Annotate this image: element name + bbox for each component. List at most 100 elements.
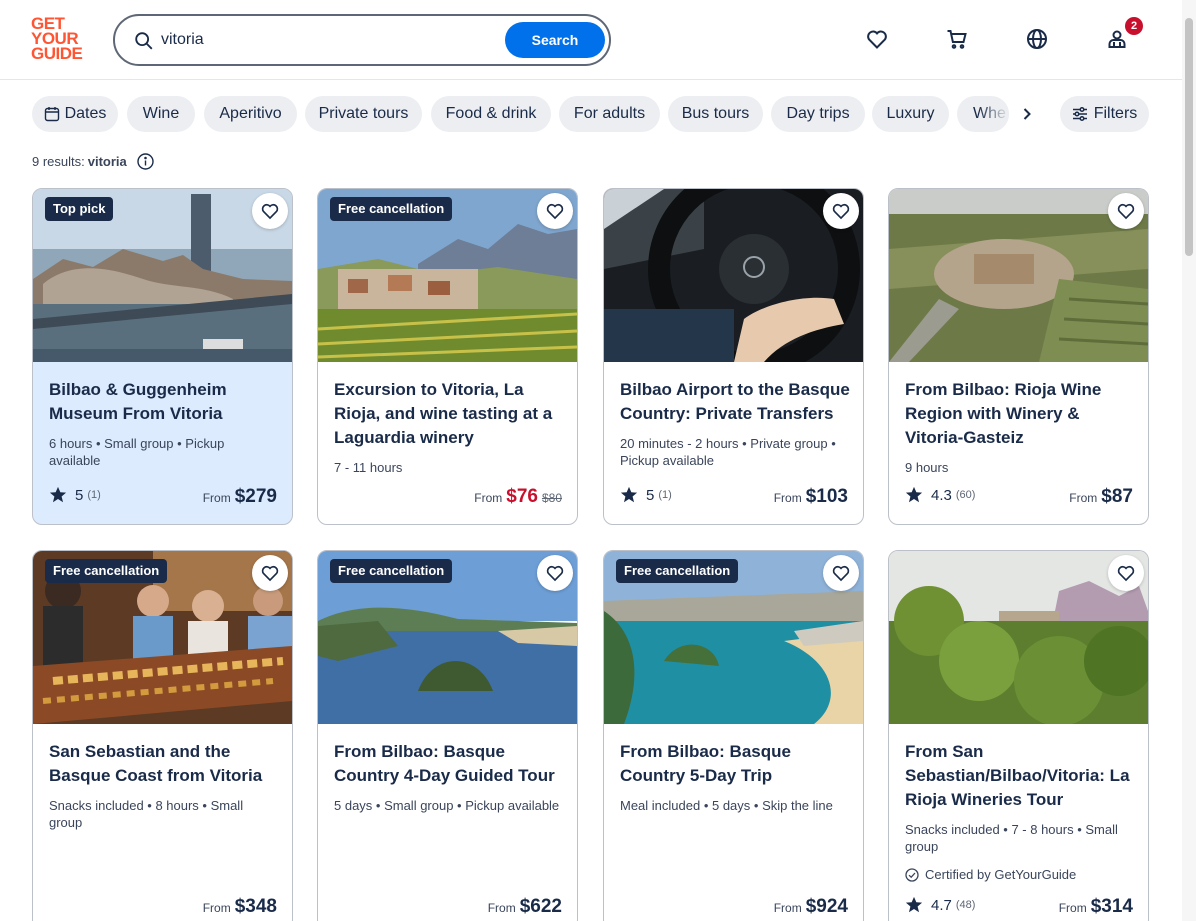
chip-luxury[interactable]: Luxury (872, 96, 949, 132)
wishlist-icon[interactable] (862, 24, 892, 54)
free-cancellation-badge: Free cancellation (330, 559, 453, 583)
top-header: GET YOUR GUIDE Search 2 (0, 0, 1182, 80)
activity-card[interactable]: Free cancellation San Sebastian and the … (32, 550, 293, 921)
globe-icon[interactable] (1022, 24, 1052, 54)
activity-card[interactable]: Bilbao Airport to the Basque Country: Pr… (603, 188, 864, 525)
activity-meta: Snacks included • 8 hours • Small group (49, 798, 244, 830)
activity-card[interactable]: From San Sebastian/Bilbao/Vitoria: La Ri… (888, 550, 1149, 921)
wishlist-button[interactable] (537, 555, 573, 591)
activity-title[interactable]: From Bilbao: Basque Country 4-Day Guided… (334, 740, 564, 788)
page-scrollbar[interactable] (1182, 0, 1196, 921)
activity-meta: 7 - 11 hours (334, 460, 403, 475)
chip-label: For adults (573, 105, 646, 122)
heart-icon (546, 203, 564, 220)
wishlist-button[interactable] (252, 193, 288, 229)
wishlist-button[interactable] (537, 193, 573, 229)
rating-value: 5 (75, 486, 84, 504)
certified-badge: Certified by GetYourGuide (905, 867, 1076, 882)
review-count: (1) (658, 489, 672, 501)
activity-title[interactable]: Bilbao Airport to the Basque Country: Pr… (620, 378, 850, 426)
activity-title[interactable]: From San Sebastian/Bilbao/Vitoria: La Ri… (905, 740, 1135, 812)
activity-card[interactable]: From Bilbao: Rioja Wine Region with Wine… (888, 188, 1149, 525)
price: From $314 (1059, 896, 1133, 918)
chip-food-drink[interactable]: Food & drink (431, 96, 551, 132)
search-input[interactable] (161, 26, 501, 54)
activity-card[interactable]: Free cancellation From Bilbao: Basque Co… (603, 550, 864, 921)
activity-title[interactable]: San Sebastian and the Basque Coast from … (49, 740, 279, 788)
logo-line-3: GUIDE (31, 44, 83, 63)
original-price: $80 (541, 491, 562, 505)
results-query: vitoria (87, 154, 127, 169)
heart-icon (261, 203, 279, 220)
getyourguide-logo[interactable]: GET YOUR GUIDE (31, 15, 91, 64)
search-button[interactable]: Search (505, 22, 605, 58)
chip-label: Wine (142, 105, 180, 122)
activity-card[interactable]: Free cancellation Excursion to Vitoria, … (317, 188, 578, 525)
price-value: $622 (519, 896, 562, 917)
price: From $924 (774, 896, 848, 918)
rating: 5 (1) (620, 486, 672, 504)
search-icon (135, 32, 153, 50)
cart-count-badge: 2 (1125, 17, 1143, 35)
heart-icon (546, 565, 564, 582)
star-icon (49, 486, 67, 503)
activity-title[interactable]: From Bilbao: Rioja Wine Region with Wine… (905, 378, 1135, 450)
price: From $348 (203, 896, 277, 918)
chip-for-adults[interactable]: For adults (559, 96, 660, 132)
from-label: From (1069, 491, 1098, 505)
activity-card[interactable]: Free cancellation From Bilbao: Basque Co… (317, 550, 578, 921)
activity-card[interactable]: Top pick Bilbao & Guggenheim Museum From… (32, 188, 293, 525)
activity-title[interactable]: From Bilbao: Basque Country 5-Day Trip (620, 740, 850, 788)
scrollbar-thumb[interactable] (1185, 18, 1193, 256)
heart-icon (261, 565, 279, 582)
from-label: From (202, 491, 231, 505)
activity-title[interactable]: Excursion to Vitoria, La Rioja, and wine… (334, 378, 564, 450)
chip-label: Aperitivo (219, 105, 282, 122)
price-value: $103 (805, 486, 848, 507)
certified-label: Certified by GetYourGuide (925, 867, 1077, 882)
wishlist-button[interactable] (252, 555, 288, 591)
cart-icon[interactable] (942, 24, 972, 54)
heart-icon (832, 203, 850, 220)
wishlist-button[interactable] (1108, 193, 1144, 229)
rating-value: 5 (646, 486, 655, 504)
info-icon[interactable] (137, 153, 154, 170)
chip-aperitivo[interactable]: Aperitivo (204, 96, 297, 132)
free-cancellation-badge: Free cancellation (45, 559, 168, 583)
wishlist-button[interactable] (1108, 555, 1144, 591)
wishlist-button[interactable] (823, 555, 859, 591)
activity-meta: Snacks included • 7 - 8 hours • Small gr… (905, 822, 1118, 854)
chip-day-trips[interactable]: Day trips (771, 96, 865, 132)
activity-meta: Meal included • 5 days • Skip the line (620, 798, 833, 813)
activity-meta: 20 minutes - 2 hours • Private group • P… (620, 436, 836, 468)
results-count: 9 results: vitoria (32, 153, 154, 170)
chip-bus-tours[interactable]: Bus tours (668, 96, 763, 132)
free-cancellation-badge: Free cancellation (616, 559, 739, 583)
heart-icon (832, 565, 850, 582)
heart-icon (1117, 565, 1135, 582)
review-count: (60) (955, 489, 976, 501)
review-count: (1) (87, 489, 101, 501)
wishlist-button[interactable] (823, 193, 859, 229)
chip-dates[interactable]: Dates (32, 96, 118, 132)
top-pick-badge: Top pick (45, 197, 114, 221)
from-label: From (773, 491, 802, 505)
chip-private-tours[interactable]: Private tours (305, 96, 422, 132)
heart-icon (1117, 203, 1135, 220)
rating: 4.7 (48) (905, 896, 975, 914)
price: From $279 (203, 486, 277, 508)
rating-value: 4.3 (931, 486, 952, 504)
chip-partial[interactable]: Whe (957, 96, 1009, 132)
star-icon (905, 486, 923, 503)
price-value: $279 (234, 486, 277, 507)
filters-button[interactable]: Filters (1060, 96, 1149, 132)
calendar-icon (44, 107, 59, 122)
chip-wine[interactable]: Wine (127, 96, 195, 132)
chip-label: Luxury (886, 105, 935, 122)
search-bar: Search (113, 14, 611, 66)
activity-meta: 6 hours • Small group • Pickup available (49, 436, 225, 468)
from-label: From (202, 901, 231, 915)
activity-meta: 9 hours (905, 460, 949, 475)
activity-title[interactable]: Bilbao & Guggenheim Museum From Vitoria (49, 378, 279, 426)
chips-next-button[interactable] (1011, 99, 1043, 129)
